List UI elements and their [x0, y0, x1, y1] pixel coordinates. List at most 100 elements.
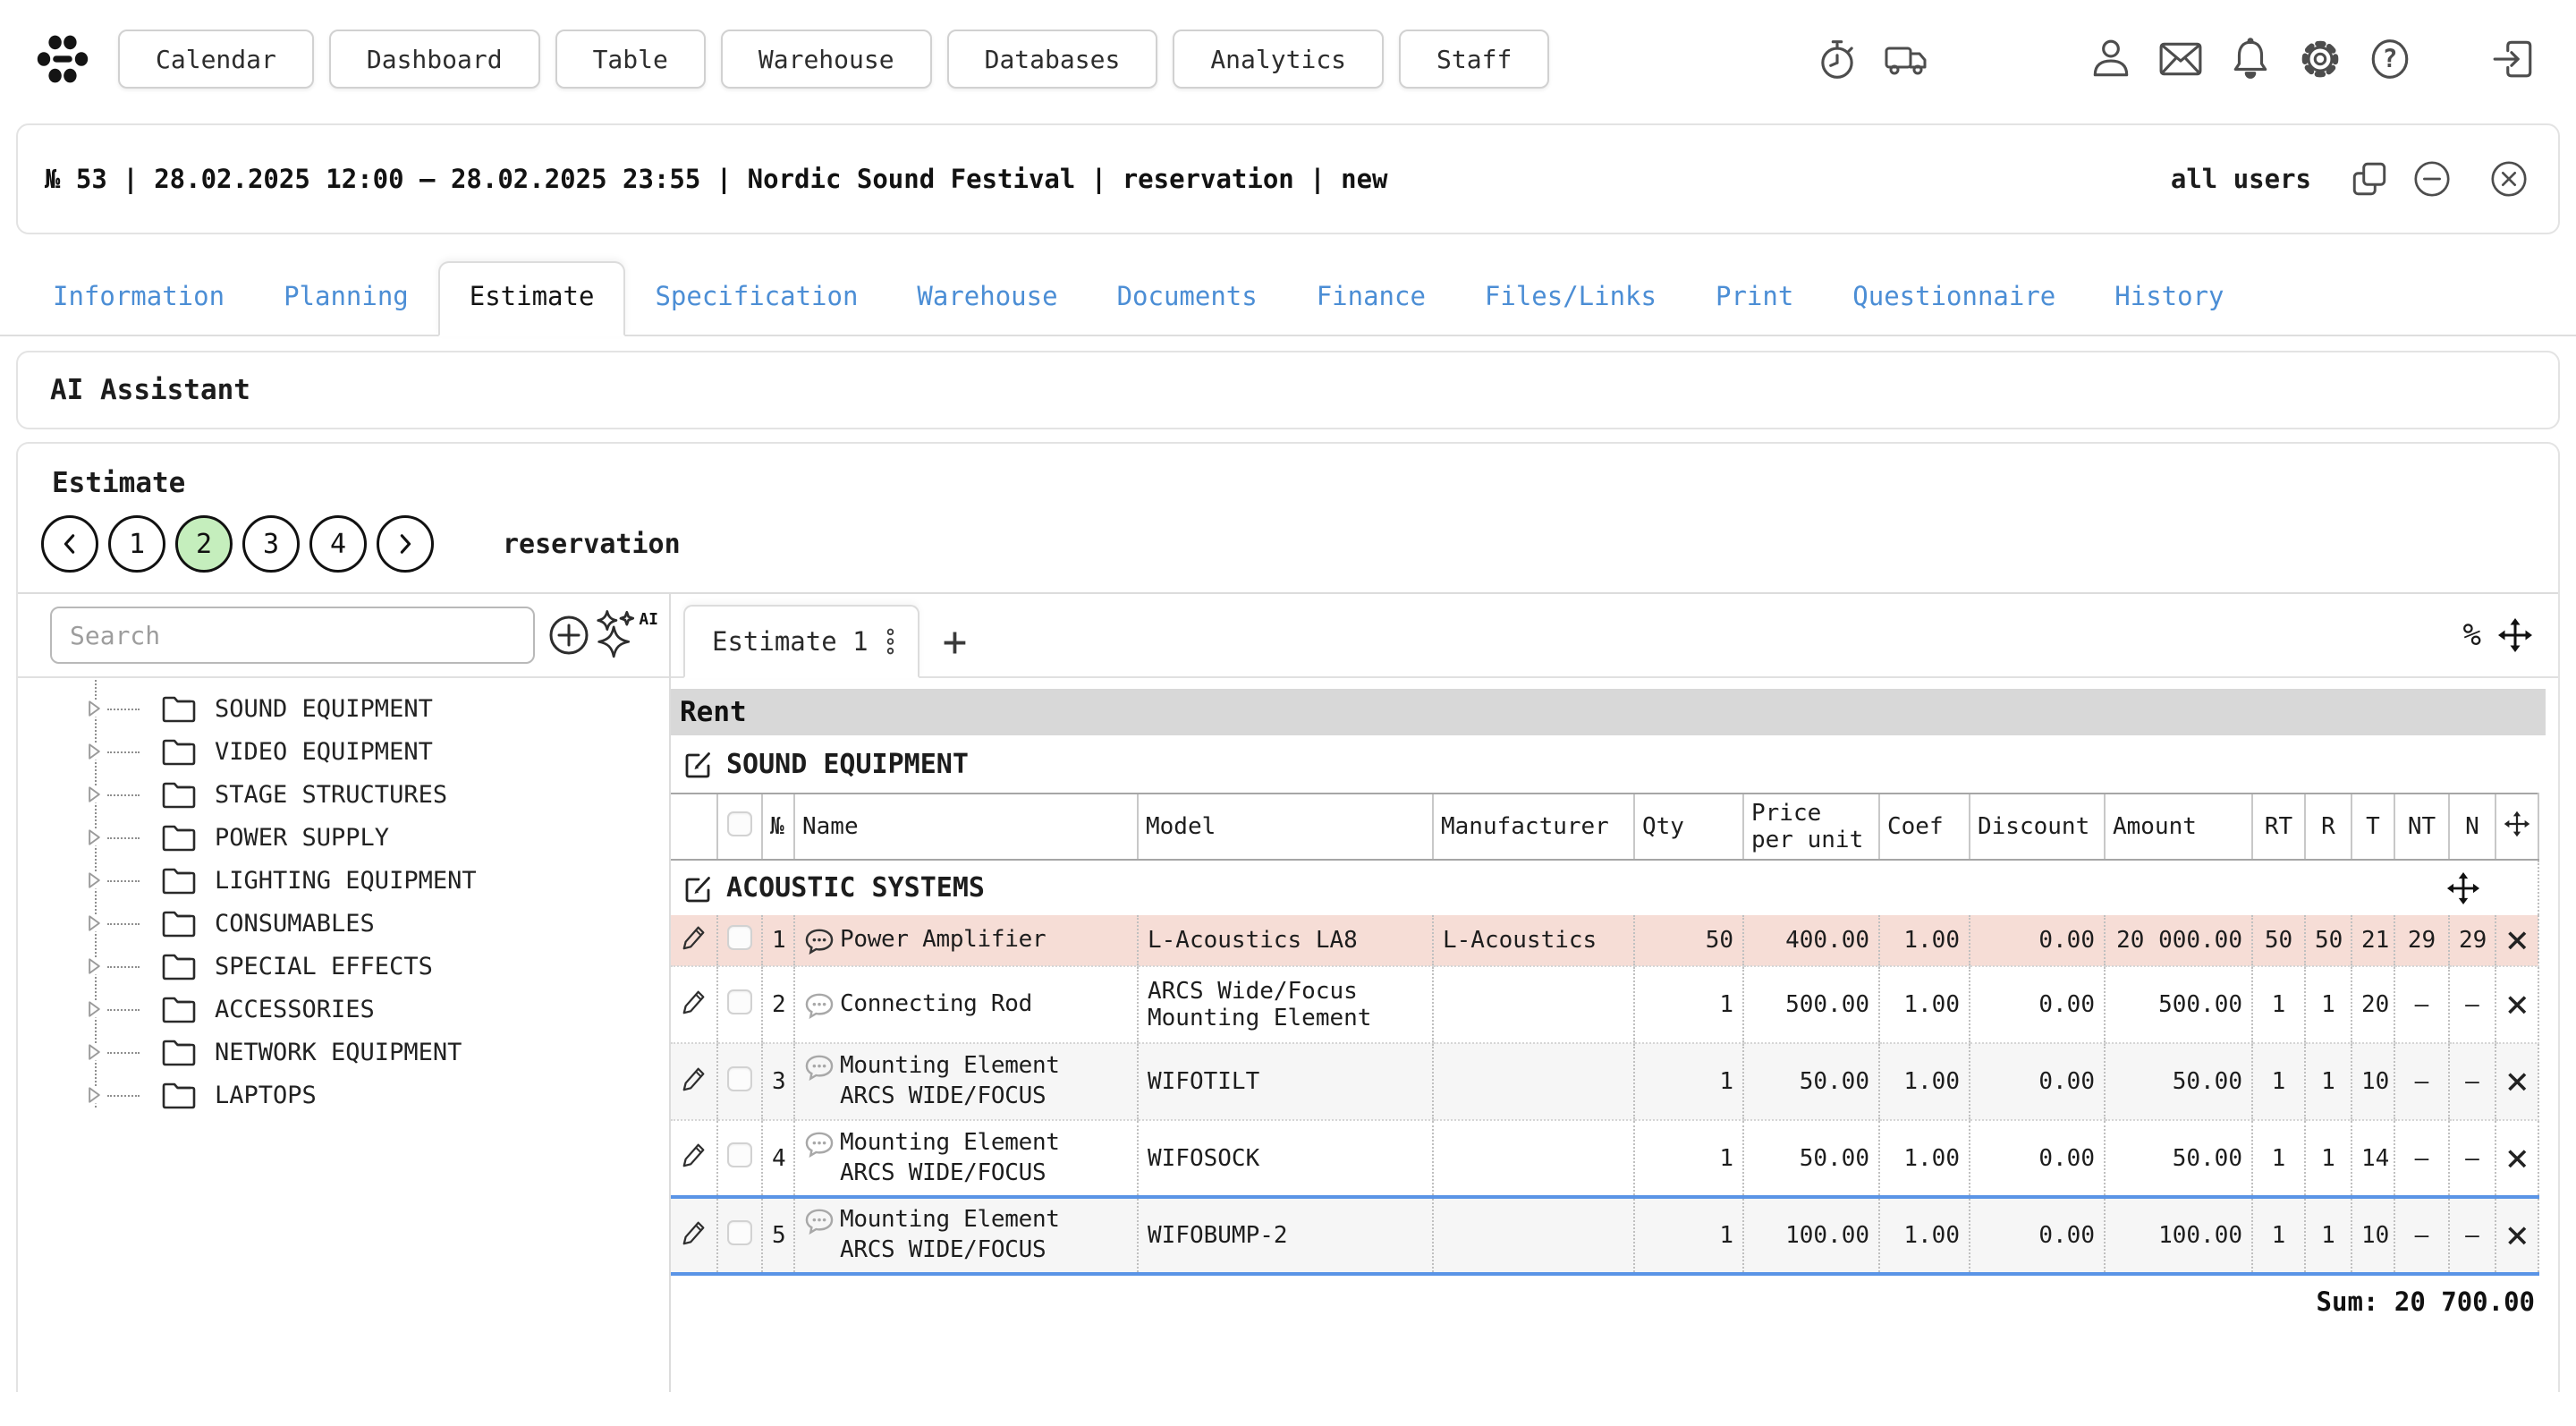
tree-item-stage-structures[interactable]: STAGE STRUCTURES: [72, 773, 669, 816]
nav-calendar[interactable]: Calendar: [118, 30, 314, 89]
svg-text:?: ?: [2383, 44, 2398, 73]
bell-icon[interactable]: [2227, 36, 2274, 82]
nav-dashboard[interactable]: Dashboard: [329, 30, 540, 89]
minimize-icon[interactable]: [2411, 158, 2453, 199]
select-all-checkbox[interactable]: [727, 811, 752, 836]
folder-icon: [161, 908, 197, 938]
nav-table[interactable]: Table: [555, 30, 706, 89]
nav-staff[interactable]: Staff: [1399, 30, 1549, 89]
row-checkbox[interactable]: [727, 925, 752, 950]
tree-item-laptops[interactable]: LAPTOPS: [72, 1074, 669, 1116]
edit-group-icon[interactable]: [682, 748, 714, 780]
help-icon[interactable]: ?: [2367, 36, 2413, 82]
nav-databases[interactable]: Databases: [947, 30, 1158, 89]
row-checkbox[interactable]: [727, 989, 752, 1014]
tab-questionnaire[interactable]: Questionnaire: [1823, 263, 2085, 335]
tab-planning[interactable]: Planning: [254, 263, 438, 335]
tab-warehouse[interactable]: Warehouse: [887, 263, 1087, 335]
close-icon[interactable]: [2488, 158, 2529, 199]
pager-next-button[interactable]: [377, 515, 434, 573]
comment-icon[interactable]: [804, 928, 835, 955]
copy-icon[interactable]: [2349, 158, 2390, 199]
edit-row-icon[interactable]: [681, 1140, 708, 1170]
comment-icon[interactable]: [804, 1054, 835, 1081]
tree-item-special-effects[interactable]: SPECIAL EFFECTS: [72, 945, 669, 988]
topbar: Calendar Dashboard Table Warehouse Datab…: [0, 0, 2576, 118]
nav-analytics[interactable]: Analytics: [1173, 30, 1384, 89]
tab-specification[interactable]: Specification: [625, 263, 887, 335]
sheet-tab-estimate-1[interactable]: Estimate 1: [683, 605, 919, 678]
col-num: №: [762, 794, 794, 860]
tab-information[interactable]: Information: [23, 263, 254, 335]
pager-page-4[interactable]: 4: [309, 515, 367, 573]
truck-icon[interactable]: [1884, 36, 1930, 82]
ai-assistant-panel[interactable]: AI Assistant: [16, 351, 2560, 429]
col-nt: NT: [2394, 794, 2449, 860]
nav-warehouse[interactable]: Warehouse: [721, 30, 932, 89]
col-manufacturer: Manufacturer: [1433, 794, 1634, 860]
table-row: 3 Mounting Element ARCS WIDE/FOCUS WIFOT…: [671, 1043, 2538, 1120]
col-name: Name: [794, 794, 1138, 860]
move-subgroup-icon[interactable]: [2446, 871, 2480, 905]
mail-icon[interactable]: [2157, 36, 2204, 82]
catalog-toolbar: AI: [18, 594, 669, 678]
edit-row-icon[interactable]: [681, 1064, 708, 1094]
tree-item-consumables[interactable]: CONSUMABLES: [72, 902, 669, 945]
logout-icon[interactable]: [2490, 36, 2537, 82]
table-header-row: № Name Model Manufacturer Qty Price per …: [671, 794, 2538, 860]
app-logo-icon[interactable]: [36, 32, 89, 86]
table-row: 4 Mounting Element ARCS WIDE/FOCUS WIFOS…: [671, 1120, 2538, 1197]
delete-row-icon[interactable]: ×: [2505, 917, 2529, 963]
delete-row-icon[interactable]: ×: [2505, 1135, 2529, 1181]
pager-prev-button[interactable]: [41, 515, 98, 573]
edit-row-icon[interactable]: [681, 987, 708, 1017]
user-icon[interactable]: [2088, 36, 2134, 82]
tab-finance[interactable]: Finance: [1287, 263, 1455, 335]
gear-icon[interactable]: [2297, 36, 2343, 82]
delete-row-icon[interactable]: ×: [2505, 1058, 2529, 1104]
delete-row-icon[interactable]: ×: [2505, 1212, 2529, 1258]
row-checkbox[interactable]: [727, 1142, 752, 1167]
expand-icon: [88, 1087, 101, 1104]
tree-item-network-equipment[interactable]: NETWORK EQUIPMENT: [72, 1031, 669, 1074]
tab-history[interactable]: History: [2085, 263, 2253, 335]
tree-item-power-supply[interactable]: POWER SUPPLY: [72, 816, 669, 859]
col-n: N: [2449, 794, 2496, 860]
comment-icon[interactable]: [804, 1208, 835, 1235]
tab-files-links[interactable]: Files/Links: [1455, 263, 1686, 335]
tree-item-accessories[interactable]: ACCESSORIES: [72, 988, 669, 1031]
tree-item-video-equipment[interactable]: VIDEO EQUIPMENT: [72, 730, 669, 773]
stopwatch-icon[interactable]: [1814, 36, 1860, 82]
nt-warning-value: 29: [2394, 915, 2449, 966]
add-sheet-button[interactable]: +: [943, 621, 968, 662]
delete-row-icon[interactable]: ×: [2505, 981, 2529, 1027]
pager-page-1[interactable]: 1: [108, 515, 165, 573]
move-tool-icon[interactable]: [2497, 617, 2533, 653]
tab-documents[interactable]: Documents: [1088, 263, 1287, 335]
expand-icon: [88, 872, 101, 889]
tree-item-lighting-equipment[interactable]: LIGHTING EQUIPMENT: [72, 859, 669, 902]
visibility-label: all users: [2171, 164, 2311, 194]
pager-page-2[interactable]: 2: [175, 515, 233, 573]
percent-tool-icon[interactable]: %: [2463, 617, 2481, 653]
edit-row-icon[interactable]: [681, 1218, 708, 1248]
tree-item-sound-equipment[interactable]: SOUND EQUIPMENT: [72, 687, 669, 730]
event-bar-actions: all users: [2171, 158, 2529, 199]
add-item-icon[interactable]: [547, 614, 590, 657]
comment-icon[interactable]: [804, 1131, 835, 1158]
pager-page-3[interactable]: 3: [242, 515, 300, 573]
ai-sparkle-icon[interactable]: AI: [596, 608, 655, 662]
edit-row-icon[interactable]: [681, 922, 708, 953]
tab-print[interactable]: Print: [1686, 263, 1823, 335]
comment-icon[interactable]: [804, 992, 835, 1019]
expand-icon: [88, 958, 101, 975]
sheet-tools: %: [2463, 617, 2533, 653]
row-checkbox[interactable]: [727, 1066, 752, 1091]
catalog-tree: SOUND EQUIPMENT VIDEO EQUIPMENT STAGE ST…: [18, 687, 669, 1116]
edit-subgroup-icon[interactable]: [682, 872, 714, 904]
kebab-menu-icon[interactable]: [885, 627, 896, 656]
row-checkbox[interactable]: [727, 1220, 752, 1245]
estimate-title: Estimate: [18, 444, 2558, 499]
tab-estimate[interactable]: Estimate: [438, 261, 626, 336]
search-input[interactable]: [50, 607, 535, 664]
